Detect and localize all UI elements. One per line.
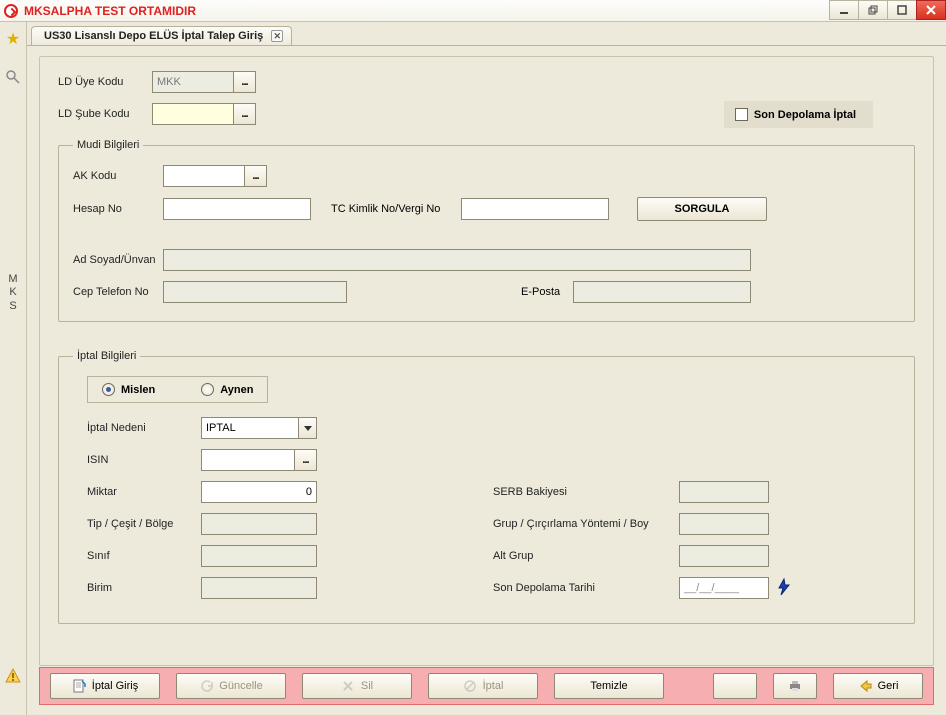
date-action-icon[interactable]: [775, 578, 793, 599]
tab-close-icon[interactable]: ✕: [271, 30, 283, 42]
temizle-label: Temizle: [590, 680, 627, 692]
isin-input[interactable]: [201, 449, 295, 471]
radio-aynen-indicator: [201, 383, 214, 396]
tip-input[interactable]: [201, 513, 317, 535]
sinif-input[interactable]: [201, 545, 317, 567]
guncelle-label: Güncelle: [219, 680, 262, 692]
mudi-bilgileri-legend: Mudi Bilgileri: [73, 139, 143, 151]
sil-button[interactable]: Sil: [302, 673, 412, 699]
maximize-button[interactable]: [887, 0, 917, 20]
ld-uye-kodu-input[interactable]: [152, 71, 234, 93]
geri-button[interactable]: Geri: [833, 673, 923, 699]
iptal-bilgileri-group: İptal Bilgileri Mislen Aynen İptal Neden…: [58, 350, 915, 624]
hesap-no-label: Hesap No: [73, 203, 163, 215]
tip-label: Tip / Çeşit / Bölge: [87, 518, 201, 530]
search-icon[interactable]: [4, 68, 22, 86]
side-bar: ★ M K S: [0, 22, 27, 715]
tab-main[interactable]: US30 Lisanslı Depo ELÜS İptal Talep Giri…: [31, 26, 292, 45]
ad-input[interactable]: [163, 249, 751, 271]
back-arrow-icon: [858, 679, 872, 693]
birim-label: Birim: [87, 582, 201, 594]
radio-mislen-label: Mislen: [121, 384, 155, 396]
ak-kodu-input[interactable]: [163, 165, 245, 187]
isin-label: ISIN: [87, 454, 201, 466]
cep-label: Cep Telefon No: [73, 286, 163, 298]
serb-input[interactable]: [679, 481, 769, 503]
radio-mislen-indicator: [102, 383, 115, 396]
son-depolama-iptal-checkbox[interactable]: [735, 108, 748, 121]
window-title: MKSALPHA TEST ORTAMIDIR: [24, 4, 196, 18]
ad-label: Ad Soyad/Ünvan: [73, 254, 163, 266]
title-bar: MKSALPHA TEST ORTAMIDIR: [0, 0, 946, 22]
sil-label: Sil: [361, 680, 373, 692]
ak-kodu-label: AK Kodu: [73, 170, 163, 182]
ld-uye-kodu-lookup-button[interactable]: ...: [234, 71, 256, 93]
iptal-label: İptal: [483, 680, 504, 692]
tc-kimlik-label: TC Kimlik No/Vergi No: [331, 203, 461, 215]
delete-icon: [341, 679, 355, 693]
eposta-label: E-Posta: [521, 286, 573, 298]
ld-sube-kodu-input[interactable]: [152, 103, 234, 125]
iptal-nedeni-value: IPTAL: [206, 422, 236, 434]
action-bar: İptal Giriş Güncelle Sil İptal: [39, 667, 934, 705]
geri-label: Geri: [878, 680, 899, 692]
app-icon: [4, 4, 18, 18]
warning-icon[interactable]: [4, 667, 22, 685]
sinif-label: Sınıf: [87, 550, 201, 562]
sondepo-input[interactable]: [679, 577, 769, 599]
print-button[interactable]: [773, 673, 817, 699]
birim-input[interactable]: [201, 577, 317, 599]
radio-mislen[interactable]: Mislen: [102, 383, 155, 396]
isin-lookup-button[interactable]: ...: [295, 449, 317, 471]
sondepo-label: Son Depolama Tarihi: [493, 582, 679, 594]
star-icon[interactable]: ★: [4, 30, 22, 48]
restore-button[interactable]: [858, 0, 888, 20]
refresh-icon: [199, 679, 213, 693]
temizle-button[interactable]: Temizle: [554, 673, 664, 699]
radio-aynen-label: Aynen: [220, 384, 253, 396]
son-depolama-iptal-label: Son Depolama İptal: [754, 109, 856, 121]
close-button[interactable]: [916, 0, 946, 20]
hesap-no-input[interactable]: [163, 198, 311, 220]
sorgula-button[interactable]: SORGULA: [637, 197, 767, 221]
serb-label: SERB Bakiyesi: [493, 486, 679, 498]
miktar-input[interactable]: [201, 481, 317, 503]
son-depolama-iptal-box[interactable]: Son Depolama İptal: [724, 101, 873, 128]
minimize-button[interactable]: [829, 0, 859, 20]
cancel-icon: [463, 679, 477, 693]
iptal-button[interactable]: İptal: [428, 673, 538, 699]
form-panel: Son Depolama İptal LD Üye Kodu ... LD Şu…: [39, 56, 934, 666]
tc-kimlik-input[interactable]: [461, 198, 609, 220]
chevron-down-icon: [298, 418, 316, 438]
ld-uye-kodu-label: LD Üye Kodu: [58, 76, 152, 88]
ld-sube-kodu-label: LD Şube Kodu: [58, 108, 152, 120]
mudi-bilgileri-group: Mudi Bilgileri AK Kodu ... Hesap No TC K…: [58, 139, 915, 322]
grup-label: Grup / Çırçırlama Yöntemi / Boy: [493, 518, 679, 530]
iptal-nedeni-label: İptal Nedeni: [87, 422, 201, 434]
document-icon: [72, 679, 86, 693]
printer-icon: [788, 679, 802, 693]
iptal-bilgileri-legend: İptal Bilgileri: [73, 350, 140, 362]
eposta-input[interactable]: [573, 281, 751, 303]
iptal-giris-label: İptal Giriş: [92, 680, 138, 692]
ak-kodu-lookup-button[interactable]: ...: [245, 165, 267, 187]
tab-strip: US30 Lisanslı Depo ELÜS İptal Talep Giri…: [27, 22, 946, 46]
iptal-type-radio-group: Mislen Aynen: [87, 376, 268, 403]
extra-button-1[interactable]: [713, 673, 757, 699]
guncelle-button[interactable]: Güncelle: [176, 673, 286, 699]
tab-title: US30 Lisanslı Depo ELÜS İptal Talep Giri…: [44, 30, 263, 42]
altgrup-label: Alt Grup: [493, 550, 679, 562]
window-controls: [830, 0, 946, 22]
side-vertical-label: M K S: [8, 273, 17, 313]
miktar-label: Miktar: [87, 486, 201, 498]
altgrup-input[interactable]: [679, 545, 769, 567]
iptal-giris-button[interactable]: İptal Giriş: [50, 673, 160, 699]
iptal-nedeni-select[interactable]: IPTAL: [201, 417, 317, 439]
ld-sube-kodu-lookup-button[interactable]: ...: [234, 103, 256, 125]
radio-aynen[interactable]: Aynen: [201, 383, 253, 396]
grup-input[interactable]: [679, 513, 769, 535]
cep-input[interactable]: [163, 281, 347, 303]
